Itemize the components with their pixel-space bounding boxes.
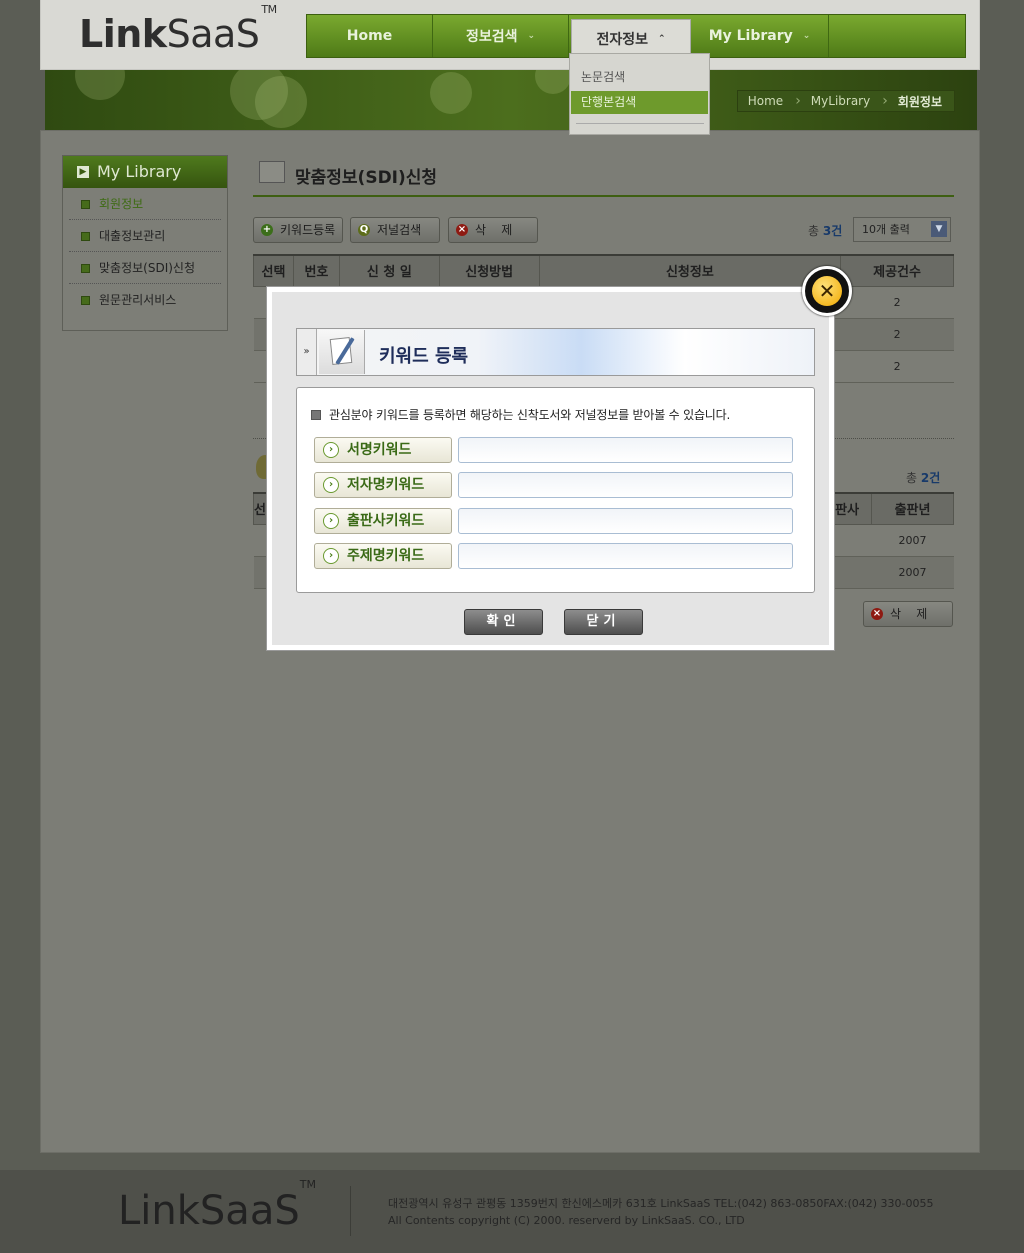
divider (350, 1186, 351, 1236)
dialog-title: 키워드 등록 (379, 346, 469, 367)
column-header: 신청방법 (438, 254, 540, 287)
column-header: 출판년 (871, 492, 954, 525)
bullet-icon (81, 296, 90, 305)
chevron-down-icon: ⌄ (527, 31, 536, 41)
e-info-submenu: 논문검색 단행본검색 (569, 53, 710, 135)
nav-e-info[interactable]: 전자정보 ⌃ (571, 19, 691, 57)
column-header: 신 청 일 (338, 254, 440, 287)
footer-logo: LinkSaaSTM (118, 1177, 316, 1234)
delete-button[interactable]: × 삭 제 (448, 217, 538, 243)
top-banner: Home › MyLibrary › 회원정보 (45, 70, 977, 130)
publisher-keyword-label: › 출판사키워드 (314, 508, 452, 534)
dialog-titlebar: » 키워드 등록 (296, 328, 815, 376)
chevron-down-icon: ⌄ (802, 31, 811, 41)
sidebar-item-sdi[interactable]: 맞춤정보(SDI)신청 (69, 252, 221, 284)
provided-count: 2 (840, 286, 954, 319)
chevron-right-icon: › (323, 442, 339, 458)
collapse-icon[interactable]: » (297, 329, 317, 375)
total-count: 총 3건 (808, 224, 843, 238)
nav-info-search[interactable]: 정보검색 ⌄ (433, 15, 569, 57)
delete-button[interactable]: × 삭 제 (863, 601, 953, 627)
bullet-icon (81, 232, 90, 241)
sidebar-item-member-info[interactable]: 회원정보 (69, 188, 221, 220)
subject-keyword-label: › 주제명키워드 (314, 543, 452, 569)
author-keyword-label: › 저자명키워드 (314, 472, 452, 498)
submenu-item-paper-search[interactable]: 논문검색 (571, 66, 708, 89)
bullet-icon (81, 200, 90, 209)
main-nav: Home 정보검색 ⌄ 전자정보 ⌃ My Library ⌄ (306, 14, 966, 58)
provided-count: 2 (840, 350, 954, 383)
publish-year: 2007 (871, 524, 954, 557)
close-button[interactable]: 닫기 (564, 609, 643, 635)
column-header: 제공건수 (840, 254, 954, 287)
subject-keyword-input[interactable] (458, 543, 793, 569)
publisher-keyword-input[interactable] (458, 508, 793, 534)
chevron-right-icon: › (323, 548, 339, 564)
nav-my-library[interactable]: My Library ⌄ (691, 15, 829, 57)
plus-icon: + (261, 224, 273, 236)
page-title: 맞춤정보(SDI)신청 (295, 168, 438, 188)
sidebar: ▶ My Library 회원정보 대출정보관리 맞춤정보(SDI)신청 원문관리… (62, 155, 228, 331)
close-dialog-button[interactable]: ✕ (802, 266, 852, 316)
total-count: 총 2건 (906, 471, 941, 485)
sidebar-item-fulltext[interactable]: 원문관리서비스 (69, 284, 221, 316)
document-pen-icon (319, 330, 365, 374)
arrow-box-icon: ▶ (77, 166, 89, 178)
divider (253, 195, 954, 197)
submenu-item-book-search[interactable]: 단행본검색 (571, 91, 708, 114)
column-header: 선택 (253, 254, 294, 287)
divider (576, 123, 704, 124)
close-icon: × (456, 224, 468, 236)
title-keyword-label: › 서명키워드 (314, 437, 452, 463)
header: LinkSaaSTM Home 정보검색 ⌄ 전자정보 ⌃ My Library ⌄ (40, 0, 980, 70)
footer: LinkSaaSTM 대전광역시 유성구 관평동 1359번지 한신에스메카 6… (0, 1170, 1024, 1253)
sidebar-item-loan-info[interactable]: 대출정보관리 (69, 220, 221, 252)
publish-year: 2007 (871, 556, 954, 589)
id-card-icon (259, 161, 285, 183)
title-keyword-input[interactable] (458, 437, 793, 463)
breadcrumb-current: 회원정보 (897, 94, 942, 109)
chevron-up-icon: ⌃ (657, 33, 666, 44)
close-icon: × (871, 608, 883, 620)
logo[interactable]: LinkSaaSTM (79, 3, 277, 56)
column-header: 번호 (292, 254, 340, 287)
close-icon: ✕ (812, 276, 842, 306)
bullet-icon (311, 410, 321, 420)
provided-count: 2 (840, 318, 954, 351)
breadcrumb-home[interactable]: Home (738, 94, 795, 108)
breadcrumb: Home › MyLibrary › 회원정보 (736, 90, 955, 112)
dialog-body: » 키워드 등록 관심분야 키워드를 등록하면 해당하는 신착도서와 저널정보를… (272, 292, 829, 645)
chevron-right-icon: › (323, 477, 339, 493)
author-keyword-input[interactable] (458, 472, 793, 498)
keyword-form: 관심분야 키워드를 등록하면 해당하는 신착도서와 저널정보를 받아볼 수 있습… (296, 387, 815, 593)
nav-home[interactable]: Home (307, 15, 433, 57)
confirm-button[interactable]: 확인 (464, 609, 543, 635)
dialog-description: 관심분야 키워드를 등록하면 해당하는 신착도서와 저널정보를 받아볼 수 있습… (311, 406, 730, 423)
breadcrumb-mylibrary[interactable]: MyLibrary (801, 94, 882, 108)
column-header: 신청정보 (538, 254, 842, 287)
chevron-down-icon: ▼ (931, 221, 947, 237)
chevron-right-icon: › (323, 513, 339, 529)
sidebar-title: ▶ My Library (63, 156, 227, 188)
keyword-register-button[interactable]: + 키워드등록 (253, 217, 343, 243)
bullet-icon (81, 264, 90, 273)
footer-address: 대전광역시 유성구 관평동 1359번지 한신에스메카 631호 LinkSaa… (388, 1197, 934, 1227)
search-icon: Q (358, 224, 370, 236)
journal-search-button[interactable]: Q 저널검색 (350, 217, 440, 243)
page-size-select[interactable]: 10개 출력 ▼ (853, 217, 951, 242)
keyword-register-dialog: » 키워드 등록 관심분야 키워드를 등록하면 해당하는 신착도서와 저널정보를… (266, 286, 835, 651)
